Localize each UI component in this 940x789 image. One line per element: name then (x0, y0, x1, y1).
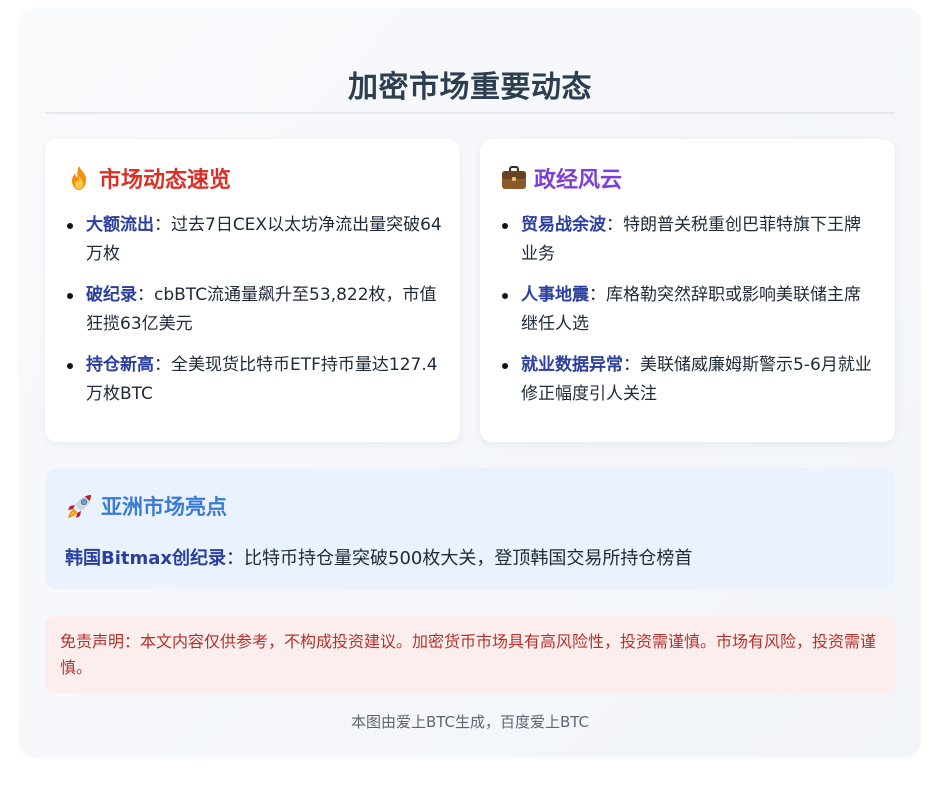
asia-highlight-panel: 亚洲市场亮点 韩国Bitmax创纪录：比特币持仓量突破500枚大关，登顶韩国交易… (45, 468, 895, 589)
asia-panel-header: 亚洲市场亮点 (65, 491, 227, 521)
market-card-title: 市场动态速览 (99, 168, 232, 193)
market-card-header: 市场动态速览 (65, 162, 231, 194)
market-news-list: 大额流出：过去7日CEX以太坊净流出量突破64万枚 破纪录：cbBTC流通量飙升… (67, 211, 442, 421)
asia-keyword: 韩国Bitmax创纪录 (65, 548, 227, 569)
item-keyword: 破纪录 (86, 285, 137, 305)
list-item: 持仓新高：全美现货比特币ETF持币量达127.4万枚BTC (67, 351, 442, 409)
list-item: 人事地震：库格勒突然辞职或影响美联储主席继任人选 (502, 281, 877, 339)
briefcase-icon (502, 166, 526, 189)
market-overview-card: 市场动态速览 大额流出：过去7日CEX以太坊净流出量突破64万枚 破纪录：cbB… (45, 139, 460, 442)
list-item: 大额流出：过去7日CEX以太坊净流出量突破64万枚 (67, 211, 442, 269)
asia-panel-title: 亚洲市场亮点 (101, 495, 227, 519)
item-keyword: 大额流出 (86, 215, 154, 235)
item-keyword: 持仓新高 (86, 355, 154, 375)
item-separator: ： (589, 285, 606, 305)
politics-card-header: 政经风云 (500, 162, 622, 194)
disclaimer-box: 免责声明：本文内容仅供参考，不构成投资建议。加密货币市场具有高风险性，投资需谨慎… (45, 616, 895, 693)
item-separator: ： (606, 215, 623, 235)
item-separator: ： (154, 355, 171, 375)
politics-card-title: 政经风云 (534, 168, 623, 193)
asia-text: 比特币持仓量突破500枚大关，登顶韩国交易所持仓榜首 (244, 548, 693, 569)
politics-news-list: 贸易战余波：特朗普关税重创巴菲特旗下王牌业务 人事地震：库格勒突然辞职或影响美联… (502, 211, 877, 421)
item-keyword: 贸易战余波 (521, 215, 606, 235)
item-separator: ： (154, 215, 171, 235)
item-keyword: 人事地震 (521, 285, 589, 305)
page-title: 加密市场重要动态 (348, 70, 592, 105)
item-separator: ： (226, 548, 245, 569)
rocket-icon (68, 495, 91, 518)
item-separator: ： (623, 355, 640, 375)
item-keyword: 就业数据异常 (521, 355, 623, 375)
politics-economy-card: 政经风云 贸易战余波：特朗普关税重创巴菲特旗下王牌业务 人事地震：库格勒突然辞职… (480, 139, 895, 442)
item-separator: ： (137, 285, 154, 305)
list-item: 贸易战余波：特朗普关税重创巴菲特旗下王牌业务 (502, 211, 877, 269)
footer-credit: 本图由爱上BTC生成，百度爱上BTC (350, 713, 590, 731)
title-divider (45, 112, 895, 114)
fire-icon (72, 166, 86, 190)
list-item: 就业数据异常：美联储威廉姆斯警示5-6月就业修正幅度引人关注 (502, 351, 877, 409)
asia-highlight-line: 韩国Bitmax创纪录：比特币持仓量突破500枚大关，登顶韩国交易所持仓榜首 (65, 544, 692, 570)
page-container: 加密市场重要动态 市场动态速览 大额流出：过去7日CEX以太坊净流出量突破64万… (20, 8, 920, 756)
list-item: 破纪录：cbBTC流通量飙升至53,822枚，市值狂揽63亿美元 (67, 281, 442, 339)
